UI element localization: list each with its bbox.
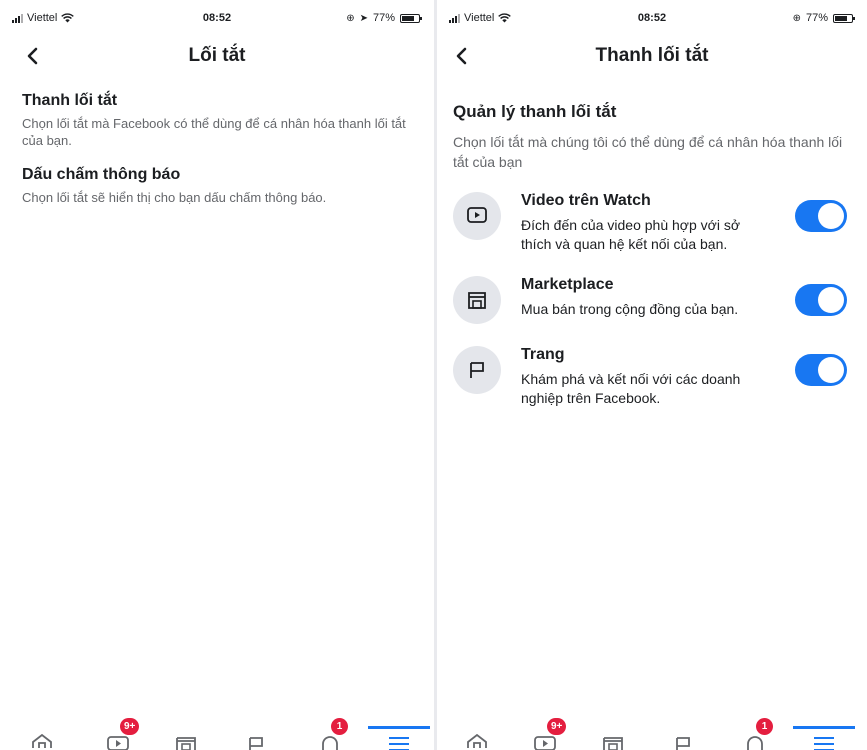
menu-icon [389,737,409,750]
tab-home[interactable] [16,714,68,750]
video-icon [467,207,487,223]
shortcuts-screen: Viettel 08:52 ⊕ ➤ 77% Lối tắt Thanh lối … [0,0,434,750]
toggle-knob [818,357,844,383]
status-bar: Viettel 08:52 ⊕ ➤ 77% [0,0,434,36]
battery-icon [833,13,855,23]
tab-pages[interactable] [230,714,282,750]
tab-bar: 9+ 1 [0,714,434,750]
watch-toggle[interactable] [795,200,847,232]
shortcut-row-pages: Trang Khám phá và kết nối với các doanh … [453,346,855,408]
setting-title: Thanh lối tắt [22,92,118,109]
tab-bar: 9+ 1 [437,714,867,750]
video-icon [107,736,129,750]
battery-percent: 77% [372,12,395,24]
navigation-bar: Lối tắt [0,36,434,76]
setting-description: Chọn lối tắt mà Facebook có thể dùng để … [22,116,406,148]
tab-marketplace[interactable] [160,714,212,750]
chevron-left-icon [456,47,467,65]
shortcut-description: Đích đến của video phù hợp với sở thích … [521,217,740,252]
page-title: Thanh lối tắt [595,45,709,66]
chevron-left-icon [27,47,38,65]
notification-badge: 1 [756,718,773,735]
tab-home[interactable] [451,714,503,750]
shortcut-settings-list: Thanh lối tắt Chọn lối tắt mà Facebook c… [22,92,414,223]
tab-notifications[interactable]: 1 [304,714,356,750]
alarm-icon: ⊕ [346,12,355,24]
row-text: Trang Khám phá và kết nối với các doanh … [521,346,761,408]
shortcut-title: Video trên Watch [521,192,651,209]
shortcut-row-marketplace: Marketplace Mua bán trong cộng đồng của … [453,276,855,324]
tab-menu[interactable] [368,714,430,750]
notification-dots-setting[interactable]: Dấu chấm thông báo Chọn lối tắt sẽ hiển … [22,166,414,206]
row-icon-container [453,276,501,324]
battery-indicator: ⊕ 77% [792,12,855,24]
manage-shortcut-bar: Quản lý thanh lối tắt Chọn lối tắt mà ch… [453,102,855,430]
back-button[interactable] [18,40,46,72]
home-icon [32,734,52,748]
shortcut-description: Khám phá và kết nối với các doanh nghiệp… [521,371,741,406]
flag-icon [470,362,484,378]
tab-watch[interactable]: 9+ [92,714,144,750]
page-title: Lối tắt [188,45,246,66]
setting-title: Dấu chấm thông báo [22,166,181,183]
back-button[interactable] [447,40,475,72]
flag-icon [676,737,690,750]
battery-percent: 77% [805,12,828,24]
marketplace-icon [603,737,623,750]
video-icon [534,736,556,750]
shortcut-title: Marketplace [521,276,614,293]
shortcut-title: Trang [521,346,565,363]
battery-icon [400,13,422,23]
video-badge: 9+ [120,718,140,735]
video-badge: 9+ [547,718,567,735]
marketplace-icon [176,737,196,750]
pages-toggle[interactable] [795,354,847,386]
toggle-knob [818,203,844,229]
row-text: Marketplace Mua bán trong cộng đồng của … [521,276,761,319]
shortcut-bar-screen: Viettel 08:52 ⊕ 77% Thanh lối tắt Quản l… [437,0,867,750]
notification-badge: 1 [331,718,348,735]
bell-icon [747,736,763,750]
menu-icon [814,737,834,750]
tab-menu[interactable] [793,714,855,750]
marketplace-toggle[interactable] [795,284,847,316]
tab-notifications[interactable]: 1 [729,714,781,750]
shortcut-bar-setting[interactable]: Thanh lối tắt Chọn lối tắt mà Facebook c… [22,92,414,149]
shortcut-row-watch: Video trên Watch Đích đến của video phù … [453,192,855,254]
row-icon-container [453,192,501,240]
tab-watch[interactable]: 9+ [519,714,571,750]
section-description: Chọn lối tắt mà chúng tôi có thể dùng để… [453,134,843,170]
alarm-icon: ⊕ [792,12,801,24]
shortcut-description: Mua bán trong cộng đồng của bạn. [521,301,739,317]
status-bar: Viettel 08:52 ⊕ 77% [437,0,867,36]
navigation-bar: Thanh lối tắt [437,36,867,76]
row-text: Video trên Watch Đích đến của video phù … [521,192,761,254]
home-icon [467,734,487,748]
section-heading: Quản lý thanh lối tắt [453,102,617,121]
tab-pages[interactable] [657,714,709,750]
setting-description: Chọn lối tắt sẽ hiển thị cho bạn dấu chấ… [22,190,327,205]
toggle-knob [818,287,844,313]
flag-icon [249,737,263,750]
location-icon: ➤ [359,12,368,24]
bell-icon [322,736,338,750]
tab-marketplace[interactable] [587,714,639,750]
marketplace-icon [468,292,486,309]
row-icon-container [453,346,501,394]
battery-indicator: ⊕ ➤ 77% [346,12,422,24]
